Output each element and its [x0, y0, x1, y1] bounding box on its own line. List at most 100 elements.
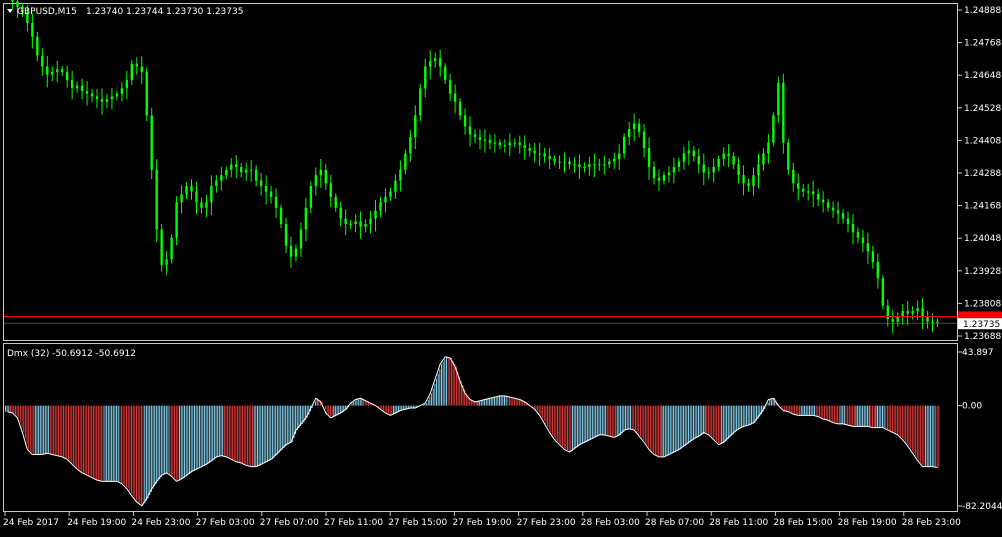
- candle-body: [274, 196, 278, 208]
- candle-body: [931, 321, 934, 323]
- time-tick-label: 24 Feb 2017: [3, 518, 59, 528]
- candle-body: [130, 63, 134, 81]
- candle-body: [603, 164, 606, 166]
- candle-body: [354, 221, 357, 225]
- candle-body: [543, 153, 546, 157]
- candle-body: [861, 237, 865, 244]
- candle-body: [220, 175, 223, 181]
- candle-body: [349, 224, 352, 226]
- candle-body: [538, 153, 541, 155]
- candle-body: [642, 131, 646, 149]
- ohlc-label: 1.23740 1.23744 1.23730 1.23735: [86, 7, 243, 17]
- chart-canvas[interactable]: 1.24888 1.24768 1.24648 1.24528 1.24408 1.242…: [0, 0, 1002, 533]
- candle-body: [304, 207, 308, 230]
- candle-body: [573, 164, 576, 166]
- candle-body: [816, 194, 820, 200]
- candle-body: [165, 259, 168, 265]
- candle-body: [299, 229, 303, 249]
- candle-body: [279, 207, 283, 225]
- candle-body: [583, 167, 586, 169]
- candle-body: [80, 85, 84, 91]
- candle-body: [309, 186, 313, 208]
- candle-body: [329, 183, 332, 197]
- candle-body: [717, 158, 720, 168]
- candle-body: [249, 169, 253, 171]
- price-tick-label: 1.24048: [964, 234, 1001, 244]
- candle-body: [240, 167, 243, 173]
- candle-body: [90, 93, 94, 97]
- candle-body: [921, 308, 924, 317]
- candle-body: [846, 218, 850, 225]
- candle-body: [826, 202, 830, 208]
- candle-body: [463, 115, 467, 127]
- price-tick-label: 1.24288: [964, 169, 1001, 179]
- candle-body: [284, 224, 288, 246]
- candle-body: [429, 61, 432, 67]
- price-tick-label: 1.23688: [964, 332, 1001, 342]
- candle-body: [364, 224, 367, 227]
- price-tick-label: 1.23808: [964, 299, 1001, 309]
- candle-body: [65, 71, 69, 81]
- indicator-label: Dmx (32) -50.6912 -50.6912: [7, 349, 136, 359]
- candle-body: [687, 150, 691, 154]
- time-tick-label: 28 Feb 03:00: [581, 518, 640, 528]
- candle-body: [235, 164, 238, 168]
- candle-body: [896, 316, 899, 322]
- candle-body: [682, 153, 686, 162]
- price-tick-label: 1.23928: [964, 267, 1001, 277]
- candle-body: [414, 115, 417, 138]
- candle-body: [548, 156, 551, 159]
- candle-body: [637, 123, 641, 132]
- candle-body: [155, 169, 158, 230]
- price-tick-label: 1.24528: [964, 104, 1001, 114]
- candle-body: [772, 115, 775, 143]
- candle-body: [160, 229, 163, 265]
- candle-body: [31, 23, 34, 37]
- candle-body: [473, 134, 477, 138]
- candle-body: [613, 158, 616, 162]
- candle-body: [578, 164, 581, 168]
- candle-body: [433, 58, 437, 62]
- time-tick-label: 27 Feb 19:00: [452, 518, 511, 528]
- candle-body: [16, 1, 19, 7]
- time-tick-label: 27 Feb 23:00: [517, 518, 576, 528]
- candle-body: [563, 161, 566, 163]
- candle-body: [618, 153, 621, 159]
- candle-body: [369, 218, 372, 225]
- chart-window[interactable]: 1.24888 1.24768 1.24648 1.24528 1.24408 1.242…: [0, 0, 1002, 533]
- candle-body: [632, 123, 636, 129]
- price-tick-label: 1.24408: [964, 136, 1001, 146]
- candle-body: [742, 175, 745, 184]
- candle-body: [622, 137, 626, 154]
- candle-body: [707, 172, 710, 174]
- candle-body: [185, 186, 188, 195]
- candle-body: [508, 142, 512, 146]
- candle-body: [85, 90, 89, 94]
- candle-body: [468, 126, 472, 135]
- current-price-label: 1.23735: [963, 320, 1000, 330]
- candle-body: [170, 237, 173, 260]
- candle-body: [886, 305, 889, 320]
- symbol-label: GBPUSD,M15: [17, 7, 77, 17]
- candle-body: [797, 183, 800, 189]
- candle-body: [210, 186, 213, 203]
- candle-body: [831, 207, 835, 211]
- candle-body: [677, 161, 681, 168]
- candle-body: [871, 251, 875, 263]
- candle-body: [647, 148, 651, 168]
- candle-body: [593, 164, 596, 166]
- candle-body: [259, 180, 263, 187]
- candle-body: [841, 213, 845, 219]
- candle-body: [399, 169, 402, 181]
- candle-body: [782, 82, 785, 143]
- candle-body: [150, 115, 153, 170]
- candle-body: [662, 175, 666, 181]
- candle-body: [269, 191, 273, 197]
- candle-body: [926, 316, 929, 322]
- time-tick-label: 28 Feb 11:00: [709, 518, 768, 528]
- candle-body: [453, 93, 457, 102]
- candle-body: [518, 142, 521, 146]
- candle-body: [767, 142, 770, 154]
- candle-body: [105, 99, 109, 102]
- candle-body: [513, 142, 516, 144]
